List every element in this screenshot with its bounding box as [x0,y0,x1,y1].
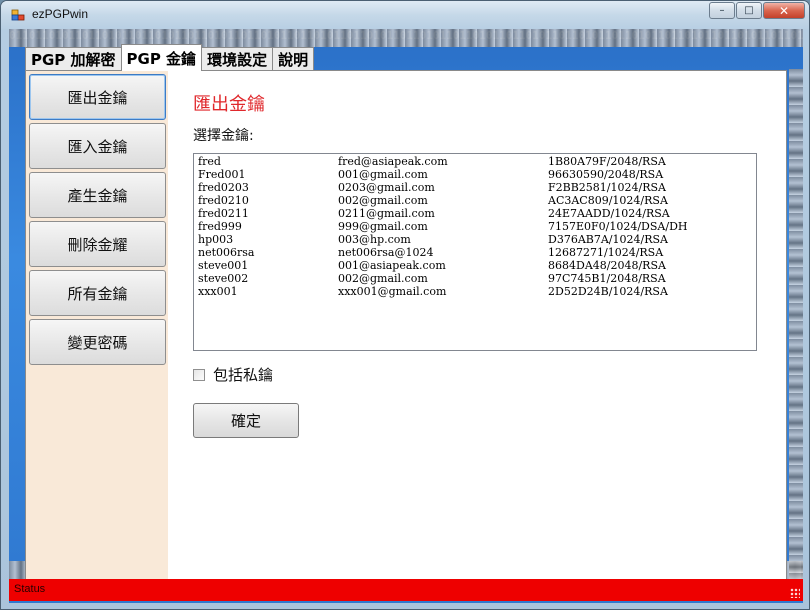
key-email: net006rsa@1024 [338,246,434,259]
select-key-label: 選擇金鑰: [193,128,254,144]
window-controls: – □ ✕ [708,2,805,19]
list-item[interactable]: net006rsa net006rsa@1024 12687271/1024/RSA [194,246,756,259]
sidebar: 匯出金鑰 匯入金鑰 產生金鑰 刪除金耀 所有金鑰 變更密碼 [26,71,168,589]
key-name: xxx001 [198,285,238,298]
list-item[interactable]: Fred001 001@gmail.com 96630590/2048/RSA [194,168,756,181]
key-name: steve001 [198,259,249,272]
export-key-button[interactable]: 匯出金鑰 [29,74,166,120]
status-text: Status [14,583,46,595]
key-name: hp003 [198,233,234,246]
status-bar: Status [9,579,803,601]
all-keys-button[interactable]: 所有金鑰 [29,270,166,316]
list-item[interactable]: steve001 001@asiapeak.com 8684DA48/2048/RS… [194,259,756,272]
key-name: fred0203 [198,181,249,194]
list-item[interactable]: steve002 002@gmail.com 97C745B1/2048/RSA [194,272,756,285]
key-email: 003@hp.com [338,233,411,246]
tab-settings[interactable]: 環境設定 [201,47,274,71]
list-item[interactable]: fred0210 002@gmail.com AC3AC809/1024/RSA [194,194,756,207]
key-id: 12687271/1024/RSA [548,246,664,259]
list-item[interactable]: fred0211 0211@gmail.com 24E7AADD/1024/RSA [194,207,756,220]
key-id: 8684DA48/2048/RSA [548,259,666,272]
key-list[interactable]: fred fred@asiapeak.com 1B80A79F/2048/RSA Fr… [193,153,757,351]
key-id: 2D52D24B/1024/RSA [548,285,668,298]
main-panel: 匯出金鑰 選擇金鑰: fred fred@asiapeak.com 1B80A79F… [168,71,786,589]
include-private-option[interactable]: 包括私鑰 [193,364,273,385]
tab-encrypt-decrypt[interactable]: PGP 加解密 [25,47,122,71]
key-name: fred0211 [198,207,249,220]
key-email: fred@asiapeak.com [338,155,448,168]
import-key-button[interactable]: 匯入金鑰 [29,123,166,169]
key-id: AC3AC809/1024/RSA [548,194,668,207]
include-private-label: 包括私鑰 [213,366,274,384]
close-icon: ✕ [778,3,790,18]
window-title: ezPGPwin [32,7,89,21]
key-name: net006rsa [198,246,255,259]
delete-key-button[interactable]: 刪除金耀 [29,221,166,267]
close-button[interactable]: ✕ [763,2,805,19]
list-item[interactable]: fred0203 0203@gmail.com F2BB2581/1024/RSA [194,181,756,194]
chain-decoration-right [789,69,803,579]
key-name: fred0210 [198,194,249,207]
key-email: xxx001@gmail.com [338,285,447,298]
maximize-button[interactable]: □ [736,2,762,19]
key-id: F2BB2581/1024/RSA [548,181,666,194]
key-email: 999@gmail.com [338,220,428,233]
key-id: 7157E0F0/1024/DSA/DH [548,220,688,233]
key-email: 0203@gmail.com [338,181,435,194]
app-icon [11,9,25,21]
page-title: 匯出金鑰 [193,94,265,115]
maximize-icon: □ [744,5,754,16]
generate-key-button[interactable]: 產生金鑰 [29,172,166,218]
key-name: steve002 [198,272,249,285]
list-item[interactable]: xxx001 xxx001@gmail.com 2D52D24B/1024/RSA [194,285,756,298]
key-name: fred999 [198,220,242,233]
include-private-checkbox[interactable] [193,368,205,381]
key-id: 24E7AADD/1024/RSA [548,207,670,220]
key-email: 002@gmail.com [338,272,428,285]
tab-pgp-keys[interactable]: PGP 金鑰 [120,44,203,71]
app-window: ezPGPwin – □ ✕ 0110110101101101011011010… [0,0,810,610]
change-password-button[interactable]: 變更密碼 [29,319,166,365]
tab-help[interactable]: 說明 [272,47,315,71]
key-email: 002@gmail.com [338,194,428,207]
list-item[interactable]: hp003 003@hp.com D376AB7A/1024/RSA [194,233,756,246]
key-email: 001@asiapeak.com [338,259,446,272]
minimize-icon: – [719,5,725,16]
tab-strip: PGP 加解密 PGP 金鑰 環境設定 說明 [25,44,315,71]
key-id: 97C745B1/2048/RSA [548,272,666,285]
confirm-button[interactable]: 確定 [193,403,299,438]
key-email: 001@gmail.com [338,168,428,181]
resize-grip-icon[interactable] [790,588,800,598]
list-item[interactable]: fred fred@asiapeak.com 1B80A79F/2048/RSA [194,155,756,168]
key-id: D376AB7A/1024/RSA [548,233,668,246]
list-item[interactable]: fred999 999@gmail.com 7157E0F0/1024/DSA/DH [194,220,756,233]
key-name: Fred001 [198,168,246,181]
key-id: 96630590/2048/RSA [548,168,664,181]
key-id: 1B80A79F/2048/RSA [548,155,666,168]
title-bar[interactable]: ezPGPwin – □ ✕ [1,1,809,29]
tab-page-pgp-keys: 匯出金鑰 匯入金鑰 產生金鑰 刪除金耀 所有金鑰 變更密碼 匯出金鑰 選擇金鑰:… [25,70,787,590]
key-email: 0211@gmail.com [338,207,435,220]
client-area: 0110110101101101011011010110110101101101… [9,29,803,603]
minimize-button[interactable]: – [709,2,735,19]
key-name: fred [198,155,221,168]
